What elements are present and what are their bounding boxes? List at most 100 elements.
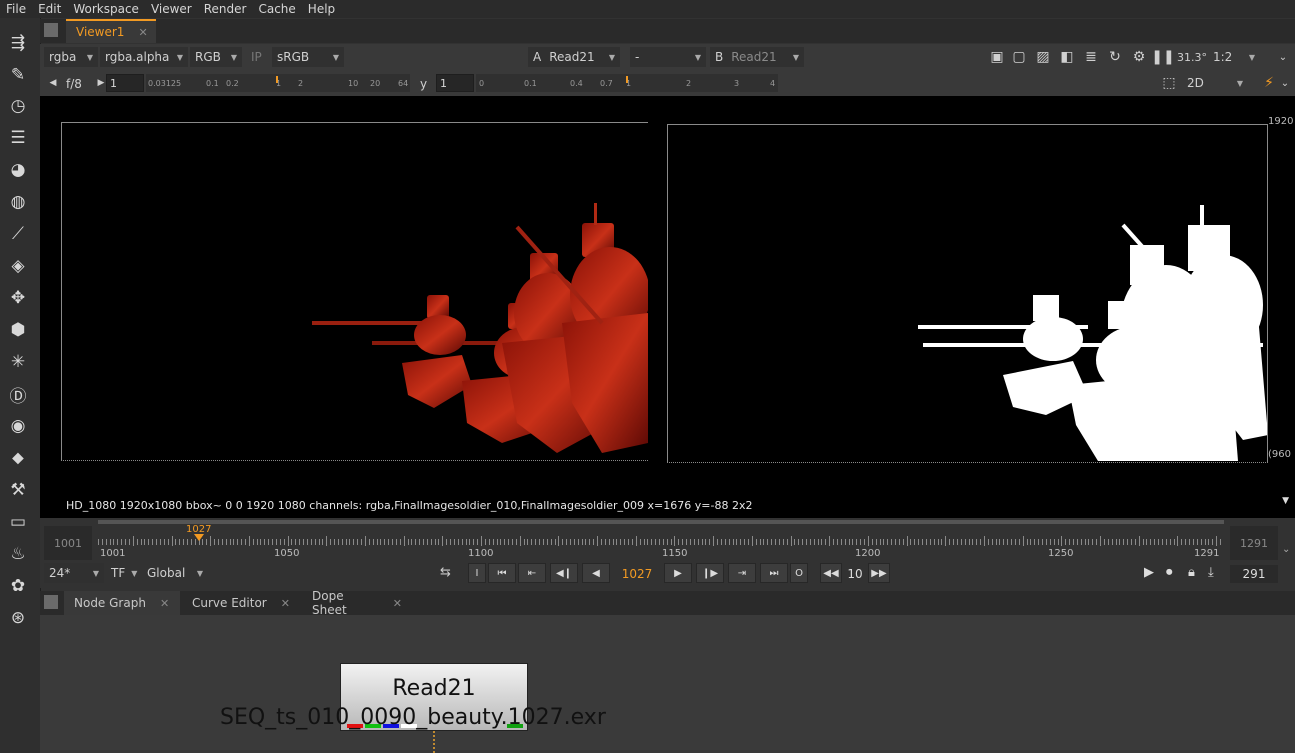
prev-frame-button[interactable]: ◀❙ [550,563,578,583]
gain-slider-handle[interactable] [276,76,278,83]
gain-input[interactable]: 1 [106,74,144,92]
tab-viewer1[interactable]: Viewer1 ✕ [66,19,156,43]
play-backward-button[interactable]: ◀ [582,563,610,583]
fps-dropdown[interactable]: 24* ▼ [44,563,104,583]
lock-icon[interactable]: 🔒︎ [1188,565,1195,580]
refresh-icon[interactable]: ↻ [1106,48,1124,66]
flipbook-icon[interactable]: ▶ [1144,565,1154,580]
menu-help[interactable]: Help [302,2,341,16]
channels-dropdown[interactable]: rgba ▼ [44,47,98,67]
3d-cube-icon[interactable]: ⬢ [7,319,29,341]
timeline-tick [466,539,467,545]
playhead-icon[interactable] [194,534,204,541]
download-icon[interactable]: ⤓ [1208,565,1214,580]
safe-area-icon[interactable]: ▢ [1010,48,1028,66]
out-point-button[interactable]: O [790,563,808,583]
lines-icon[interactable]: ≣ [1082,48,1100,66]
view-mode-dropdown[interactable]: 2D ▼ [1182,73,1248,93]
timecode-dropdown[interactable]: TF ▼ [106,563,138,583]
close-icon[interactable]: ✕ [160,597,169,610]
next-frame-button[interactable]: ❙▶ [696,563,724,583]
prev-keyframe-button[interactable]: ⇤ [518,563,546,583]
tab-dope-sheet[interactable]: Dope Sheet ✕ [302,589,412,617]
display-channels-dropdown[interactable]: RGB ▼ [190,47,242,67]
pane-menu-icon[interactable] [44,23,58,37]
menu-viewer[interactable]: Viewer [145,2,198,16]
settings-gear-icon[interactable]: ⚙ [1130,48,1148,66]
skip-increment-field[interactable]: 10 [844,566,866,582]
timeline-tick [516,539,517,545]
deep-d-icon[interactable]: Ⓓ [7,383,29,407]
skip-back-button[interactable]: ◀◀ [820,563,842,583]
filter-sphere-icon[interactable]: ◍ [7,191,29,213]
views-eye-icon[interactable]: ◉ [7,415,29,437]
end-frame-field[interactable]: 291 [1230,565,1278,583]
gamma-input[interactable]: 1 [436,74,474,92]
gamma-slider-handle[interactable] [626,76,628,83]
colorspace-dropdown[interactable]: sRGB ▼ [272,47,344,67]
toolsets-wrench-icon[interactable]: ⚒ [7,479,29,501]
ip-toggle[interactable]: IP [246,47,270,67]
collapse-chevron-icon[interactable]: ⌄ [1276,74,1294,92]
menu-cache[interactable]: Cache [252,2,301,16]
furnace-flame-icon[interactable]: ♨ [7,543,29,565]
color-wheel-icon[interactable]: ◕ [7,159,29,181]
input-b-dropdown[interactable]: B Read21 ▼ [710,47,804,67]
close-icon[interactable]: ✕ [393,597,402,610]
overlay-icon[interactable]: ◧ [1058,48,1076,66]
next-keyframe-button[interactable]: ⇥ [728,563,756,583]
metadata-tag-icon[interactable]: ⬥ [7,447,29,469]
menu-file[interactable]: File [0,2,32,16]
skip-forward-button[interactable]: ▶▶ [868,563,890,583]
proxy-dropdown[interactable]: 1:2 ▼ [1208,47,1260,67]
cara-vr-icon[interactable]: ⊛ [7,607,29,629]
transform-move-icon[interactable]: ✥ [7,287,29,309]
particles-icon[interactable]: ✳ [7,351,29,373]
zebra-stripes-icon[interactable]: ▨ [1034,48,1052,66]
draw-brush-icon[interactable]: ✎ [7,64,29,86]
current-frame-field[interactable]: 1027 [616,566,658,582]
loop-mode-icon[interactable]: ⇆ [440,565,451,580]
region-select-icon[interactable]: ⬚ [1160,74,1178,92]
keyer-icon[interactable]: ⟋ [7,223,29,245]
viewer-canvas[interactable]: 1920 (960 [40,96,1295,493]
time-clock-icon[interactable]: ◷ [7,95,29,117]
image-tools-icon[interactable]: ⇶ [7,32,29,54]
in-frame-field[interactable]: 1001 [44,526,92,560]
channel-stack-icon[interactable]: ☰ [7,127,29,149]
node-output-pipe[interactable] [433,731,437,753]
node-graph-canvas[interactable]: Read21 SEQ_ts_010_0090_beauty.1027.exr [40,615,1295,753]
timeline-ruler[interactable]: 1027 1001 1050 1100 1150 1200 1250 1291 [98,520,1224,562]
ocula-flower-icon[interactable]: ✿ [7,575,29,597]
fstop-left-arrow-icon[interactable]: ◀ [44,74,62,92]
pause-icon[interactable]: ❚❚ [1151,48,1174,66]
roi-icon[interactable]: ▣ [988,48,1006,66]
record-icon[interactable]: ⏺ [1166,565,1173,580]
scope-dropdown[interactable]: Global ▼ [142,563,208,583]
close-icon[interactable]: ✕ [281,597,290,610]
input-a-dropdown[interactable]: A Read21 ▼ [528,47,620,67]
gamma-slider[interactable]: 0 0.1 0.4 0.7 1 2 3 4 [476,74,778,92]
out-frame-field[interactable]: 1291 [1230,526,1278,560]
other-drawer-icon[interactable]: ▭ [7,511,29,533]
menu-edit[interactable]: Edit [32,2,67,16]
close-icon[interactable]: ✕ [138,26,147,39]
tab-node-graph[interactable]: Node Graph ✕ [64,591,180,615]
play-forward-button[interactable]: ▶ [664,563,692,583]
tab-curve-editor[interactable]: Curve Editor ✕ [182,591,300,615]
merge-layers-icon[interactable]: ◈ [7,255,29,277]
gain-slider[interactable]: 0.03125 0.1 0.2 1 2 10 20 64 [146,74,410,92]
expand-chevron-icon[interactable]: ⌄ [1282,544,1290,555]
collapse-chevron-icon[interactable]: ⌄ [1274,48,1292,66]
pane-menu-icon[interactable] [44,595,58,609]
menu-render[interactable]: Render [198,2,253,16]
alpha-channel-dropdown[interactable]: rgba.alpha ▼ [100,47,188,67]
zoom-value[interactable]: 31.3° [1176,48,1208,66]
wipe-operation-dropdown[interactable]: - ▼ [630,47,706,67]
last-frame-button[interactable]: ⏭ [760,563,788,583]
info-dropdown-icon[interactable]: ▼ [1282,496,1289,506]
menu-workspace[interactable]: Workspace [67,2,145,16]
timeline-tick [458,539,459,545]
first-frame-button[interactable]: ⏮ [488,563,516,583]
in-point-button[interactable]: I [468,563,486,583]
